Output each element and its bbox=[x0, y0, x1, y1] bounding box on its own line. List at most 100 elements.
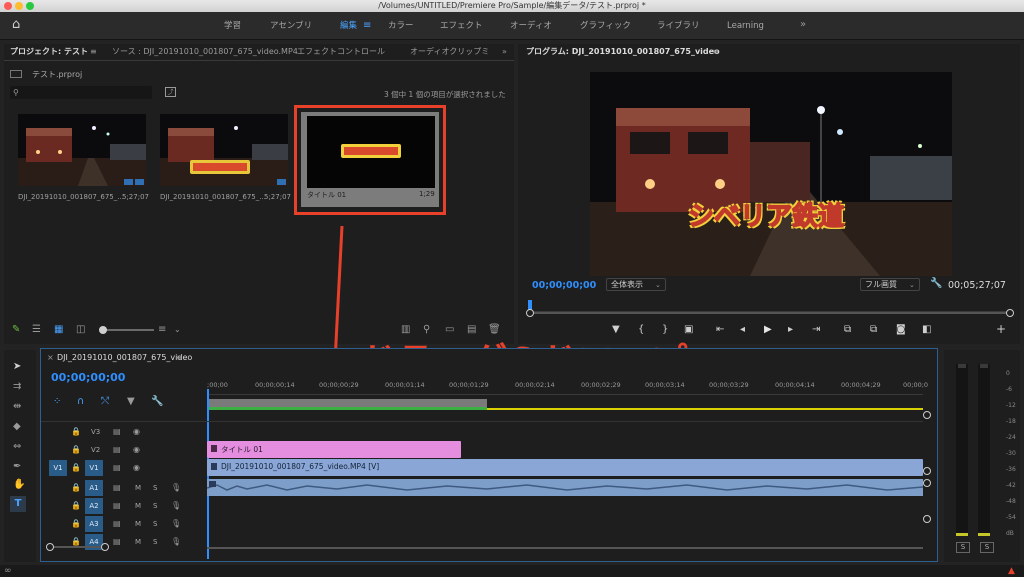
wrench-icon[interactable]: 🔧 bbox=[930, 279, 942, 289]
workspace-audio[interactable]: オーディオ bbox=[510, 12, 552, 40]
timeline-timecode[interactable]: 00;00;00;00 bbox=[51, 371, 125, 384]
audio-clip[interactable] bbox=[207, 479, 923, 496]
selection-tool-icon[interactable]: ➤ bbox=[13, 362, 21, 372]
sort-icon[interactable]: ≡ bbox=[158, 325, 166, 335]
microphone-icon[interactable]: 🎙 bbox=[171, 537, 181, 547]
wrench-icon[interactable]: 🔧 bbox=[151, 397, 163, 407]
solo-button[interactable]: S bbox=[153, 484, 157, 492]
microphone-icon[interactable]: 🎙 bbox=[171, 483, 181, 493]
track-zoom-handle-right[interactable] bbox=[101, 543, 109, 551]
lock-icon[interactable]: 🔒 bbox=[71, 519, 81, 529]
close-sequence-icon[interactable]: × bbox=[47, 353, 54, 362]
icon-view-icon[interactable]: ▦ bbox=[54, 325, 63, 335]
workspace-editing[interactable]: 編集 bbox=[340, 12, 357, 40]
microphone-icon[interactable]: 🎙 bbox=[171, 519, 181, 529]
pencil-icon[interactable]: ✎ bbox=[12, 325, 20, 335]
lock-icon[interactable]: 🔒 bbox=[71, 427, 81, 437]
zoom-window-button[interactable] bbox=[26, 2, 34, 10]
track-zoom-handle-left[interactable] bbox=[46, 543, 54, 551]
lock-icon[interactable]: 🔒 bbox=[71, 463, 81, 473]
more-tabs-icon[interactable]: » bbox=[502, 47, 507, 57]
monitor-zoom-bar[interactable] bbox=[526, 309, 1014, 317]
project-search-input[interactable]: ⚲ bbox=[10, 86, 152, 99]
project-item[interactable]: DJI_20191010_001807_675_... 5;27;07 bbox=[14, 114, 154, 214]
fit-dropdown[interactable]: 全体表示 ⌄ bbox=[606, 278, 666, 291]
scroll-handle-audio[interactable] bbox=[923, 479, 931, 487]
solo-button[interactable]: S bbox=[153, 538, 157, 546]
button-editor-plus-icon[interactable]: + bbox=[996, 323, 1006, 335]
go-to-in-icon[interactable]: ⇤ bbox=[716, 325, 724, 335]
tab-project[interactable]: プロジェクト: テスト bbox=[10, 44, 88, 60]
compare-view-icon[interactable]: ◧ bbox=[922, 325, 931, 335]
minimize-window-button[interactable] bbox=[15, 2, 23, 10]
sync-lock-icon[interactable]: ▤ bbox=[113, 445, 121, 455]
chevron-down-icon[interactable]: ⌄ bbox=[174, 325, 181, 335]
quality-dropdown[interactable]: フル画質 ⌄ bbox=[860, 278, 920, 291]
solo-button[interactable]: S bbox=[153, 502, 157, 510]
track-zoom-bar[interactable] bbox=[46, 543, 109, 551]
track-name[interactable]: A3 bbox=[85, 516, 103, 532]
timeline-ruler[interactable] bbox=[207, 377, 923, 395]
panel-menu-icon[interactable]: ≡ bbox=[712, 47, 719, 57]
mute-button[interactable]: M bbox=[135, 484, 141, 492]
microphone-icon[interactable]: 🎙 bbox=[171, 501, 181, 511]
project-item[interactable]: DJI_20191010_001807_675_... 5;27;07 bbox=[156, 114, 296, 214]
ripple-edit-tool-icon[interactable]: ⇹ bbox=[13, 402, 21, 412]
sync-lock-icon[interactable]: ▤ bbox=[113, 519, 121, 529]
panel-menu-icon[interactable]: ≡ bbox=[175, 353, 182, 363]
workspace-learning[interactable]: Learning bbox=[727, 12, 764, 40]
source-patch-v1[interactable]: V1 bbox=[49, 460, 67, 476]
sync-lock-icon[interactable]: ▤ bbox=[113, 463, 121, 473]
workspace-menu-icon[interactable]: ≡ bbox=[363, 21, 371, 31]
sync-lock-icon[interactable]: ▤ bbox=[113, 427, 121, 437]
lock-icon[interactable]: 🔒 bbox=[71, 483, 81, 493]
clip-indicator-left[interactable] bbox=[958, 364, 966, 368]
scroll-handle-top[interactable] bbox=[923, 411, 931, 419]
workspace-assembly[interactable]: アセンブリ bbox=[270, 12, 312, 40]
home-icon[interactable]: ⌂ bbox=[12, 18, 20, 31]
mute-button[interactable]: M bbox=[135, 502, 141, 510]
sync-lock-icon[interactable]: ▤ bbox=[113, 483, 121, 493]
zoom-handle-right[interactable] bbox=[1006, 309, 1014, 317]
workspace-libraries[interactable]: ライブラリ bbox=[657, 12, 700, 40]
mute-button[interactable]: M bbox=[135, 538, 141, 546]
sync-lock-icon[interactable]: ▤ bbox=[113, 537, 121, 547]
selected-project-item[interactable]: タイトル 01 1;29 bbox=[294, 105, 446, 215]
mute-button[interactable]: M bbox=[135, 520, 141, 528]
step-back-icon[interactable]: ◂ bbox=[740, 325, 745, 335]
eye-icon[interactable]: ◉ bbox=[133, 445, 140, 455]
step-forward-icon[interactable]: ▸ bbox=[788, 325, 793, 335]
lock-icon[interactable]: 🔒 bbox=[71, 445, 81, 455]
zoom-slider[interactable] bbox=[99, 326, 154, 334]
eye-icon[interactable]: ◉ bbox=[133, 427, 140, 437]
nest-icon[interactable]: ⁘ bbox=[53, 397, 61, 407]
warning-icon[interactable]: ▲ bbox=[1008, 566, 1015, 576]
type-tool-icon[interactable]: T bbox=[10, 496, 26, 512]
clip-indicator-right[interactable] bbox=[980, 364, 988, 368]
track-name[interactable]: A1 bbox=[85, 480, 103, 496]
panel-menu-icon[interactable]: ≡ bbox=[90, 47, 97, 57]
video-clip[interactable]: DJI_20191010_001807_675_video.MP4 [V] bbox=[207, 459, 923, 476]
more-workspaces-icon[interactable]: » bbox=[800, 20, 806, 30]
hand-tool-icon[interactable]: ✋ bbox=[13, 480, 25, 490]
play-icon[interactable]: ▶ bbox=[764, 325, 772, 335]
creative-cloud-icon[interactable]: ∞ bbox=[4, 566, 12, 576]
snap-icon[interactable]: ∩ bbox=[77, 397, 84, 407]
sequence-tab[interactable]: DJI_20191010_001807_675_video bbox=[57, 353, 192, 362]
scroll-handle-mid[interactable] bbox=[923, 467, 931, 475]
track-select-tool-icon[interactable]: ⇉ bbox=[13, 382, 21, 392]
playhead-timecode[interactable]: 00;00;00;00 bbox=[532, 280, 596, 291]
razor-tool-icon[interactable]: ◆ bbox=[13, 422, 21, 432]
eye-icon[interactable]: ◉ bbox=[133, 463, 140, 473]
linked-selection-icon[interactable]: ⤲ bbox=[101, 397, 109, 407]
tab-audio-clip-mixer[interactable]: オーディオクリップミ bbox=[410, 44, 489, 60]
lift-icon[interactable]: ⧉ bbox=[844, 325, 851, 335]
workspace-graphics[interactable]: グラフィック bbox=[580, 12, 631, 40]
sync-lock-icon[interactable]: ▤ bbox=[113, 501, 121, 511]
freeform-view-icon[interactable]: ◫ bbox=[76, 325, 85, 335]
lock-icon[interactable]: 🔒 bbox=[71, 501, 81, 511]
add-marker-icon[interactable]: ▼ bbox=[127, 397, 135, 407]
workspace-learning-jp[interactable]: 学習 bbox=[224, 12, 241, 40]
tab-effect-controls[interactable]: エフェクトコントロール bbox=[297, 44, 385, 60]
export-frame-icon[interactable]: ◙ bbox=[896, 325, 906, 335]
